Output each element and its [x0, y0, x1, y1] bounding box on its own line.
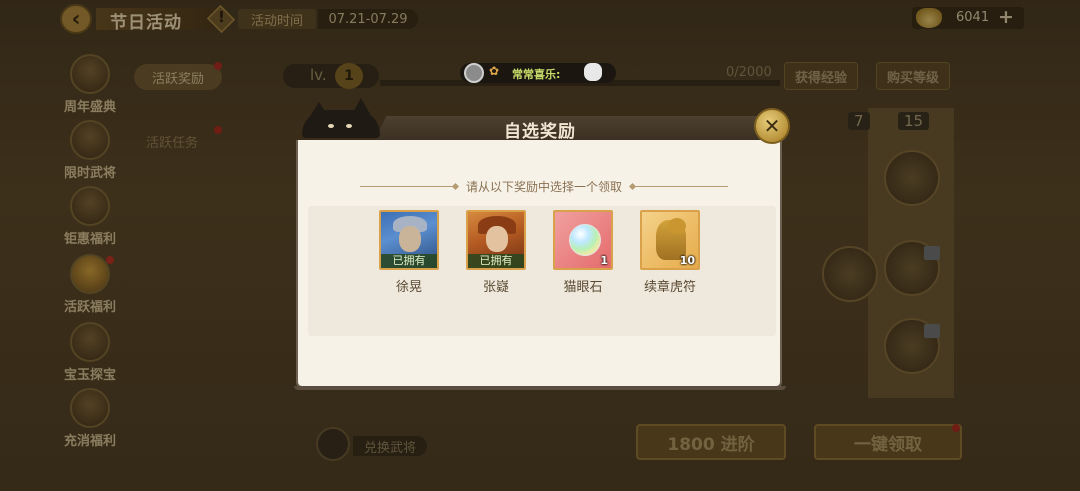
reward-option-cats-eye[interactable]: 1 猫眼石 — [553, 210, 613, 295]
item-quantity: 10 — [679, 254, 695, 267]
reward-name: 猫眼石 — [563, 280, 603, 295]
reward-option-xu-huang[interactable]: 已拥有 徐晃 — [379, 210, 439, 295]
reward-name: 续章虎符 — [643, 280, 696, 295]
dialog-bottom-border — [294, 386, 786, 390]
instruction-text: 请从以下奖励中选择一个领取 — [465, 179, 622, 194]
reward-frame[interactable]: 10 — [640, 210, 700, 270]
face-shape — [399, 226, 421, 252]
reward-name: 徐晃 — [395, 280, 422, 295]
face-shape — [486, 226, 508, 252]
close-button[interactable]: ✕ — [754, 108, 790, 144]
reward-frame[interactable]: 1 — [553, 210, 613, 270]
item-quantity: 1 — [600, 254, 608, 267]
emoji-icon: ✿ — [489, 64, 500, 78]
reward-frame[interactable]: 已拥有 — [379, 210, 439, 270]
reward-option-tiger-tally[interactable]: 10 续章虎符 — [640, 210, 700, 295]
dialog-body: 请从以下奖励中选择一个领取 — [296, 140, 782, 388]
reward-option-zhang-yi[interactable]: 已拥有 张嶷 — [466, 210, 526, 295]
sword-icon — [464, 63, 484, 83]
gem-icon — [569, 224, 601, 256]
cat-avatar-icon — [584, 63, 602, 81]
dialog-title: 自选奖励 — [504, 122, 576, 142]
owned-tag: 已拥有 — [468, 254, 524, 268]
reward-name: 张嶷 — [482, 280, 509, 295]
reward-frame[interactable]: 已拥有 — [466, 210, 526, 270]
custom-reward-dialog: 自选奖励 请从以下奖励中选择一个领取 ✕ 已拥有 徐晃 已拥有 张嶷 1 猫眼石… — [294, 98, 790, 390]
owned-tag: 已拥有 — [381, 254, 437, 268]
instruction-row: 请从以下奖励中选择一个领取 — [314, 176, 774, 196]
tiger-head-shape — [668, 218, 686, 234]
divider — [359, 185, 456, 187]
divider — [632, 185, 728, 187]
toast-text: 常常喜乐: — [512, 68, 561, 81]
